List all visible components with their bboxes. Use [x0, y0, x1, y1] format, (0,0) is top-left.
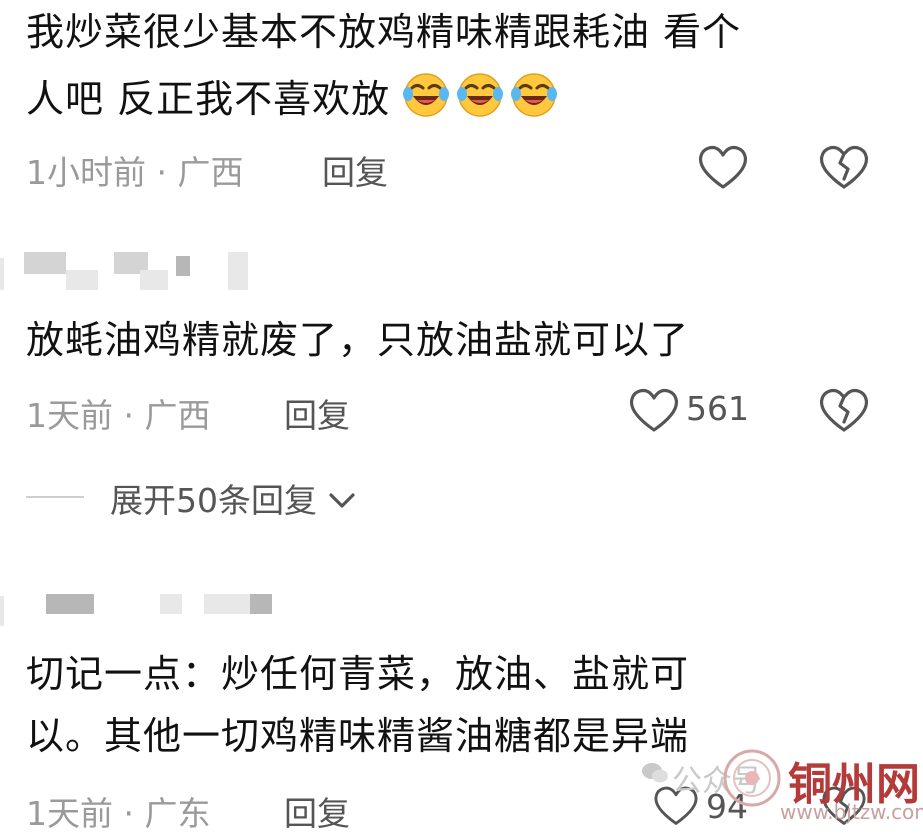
heart-outline-icon[interactable] — [628, 386, 680, 434]
broken-heart-icon[interactable] — [818, 386, 870, 434]
comment-text-line: 切记一点：炒任何青菜，放油、盐就可 — [26, 652, 690, 696]
expand-replies-button[interactable]: 展开50条回复 — [110, 474, 356, 520]
laughing-crying-emoji-icon — [457, 73, 504, 117]
username-blurred — [0, 252, 260, 290]
comment-meta: 1天前 · 广西 — [26, 396, 211, 435]
watermark-url: www.bjtzw.com — [780, 800, 923, 824]
reply-button[interactable]: 回复 — [284, 389, 350, 437]
divider — [26, 496, 84, 498]
comment-text-line: 放蚝油鸡精就废了，只放油盐就可以了 — [26, 318, 690, 362]
comment-text-line: 人吧 反正我不喜欢放 — [26, 77, 391, 121]
watermark-logo-icon — [723, 749, 781, 807]
comment-text: 人吧 反正我不喜欢放 — [26, 71, 565, 127]
comment-meta: 1小时前 · 广西 — [26, 153, 244, 192]
comment-text-line: 我炒菜很少基本不放鸡精味精跟耗油 看个 — [26, 10, 742, 54]
heart-outline-icon[interactable] — [697, 143, 749, 191]
laughing-crying-emoji-icon — [403, 73, 450, 117]
expand-replies-label: 展开50条回复 — [110, 481, 317, 520]
laughing-crying-emoji-icon — [511, 73, 558, 117]
wechat-icon — [642, 763, 668, 783]
comment-meta: 1天前 · 广东 — [26, 794, 211, 833]
chevron-down-icon — [329, 493, 355, 508]
broken-heart-icon[interactable] — [818, 143, 870, 191]
comment-text-line: 以。其他一切鸡精味精酱油糖都是异端 — [26, 714, 690, 758]
reply-button[interactable]: 回复 — [322, 146, 388, 194]
username-blurred — [0, 592, 280, 630]
like-count: 561 — [686, 389, 749, 428]
reply-button[interactable]: 回复 — [284, 787, 350, 835]
